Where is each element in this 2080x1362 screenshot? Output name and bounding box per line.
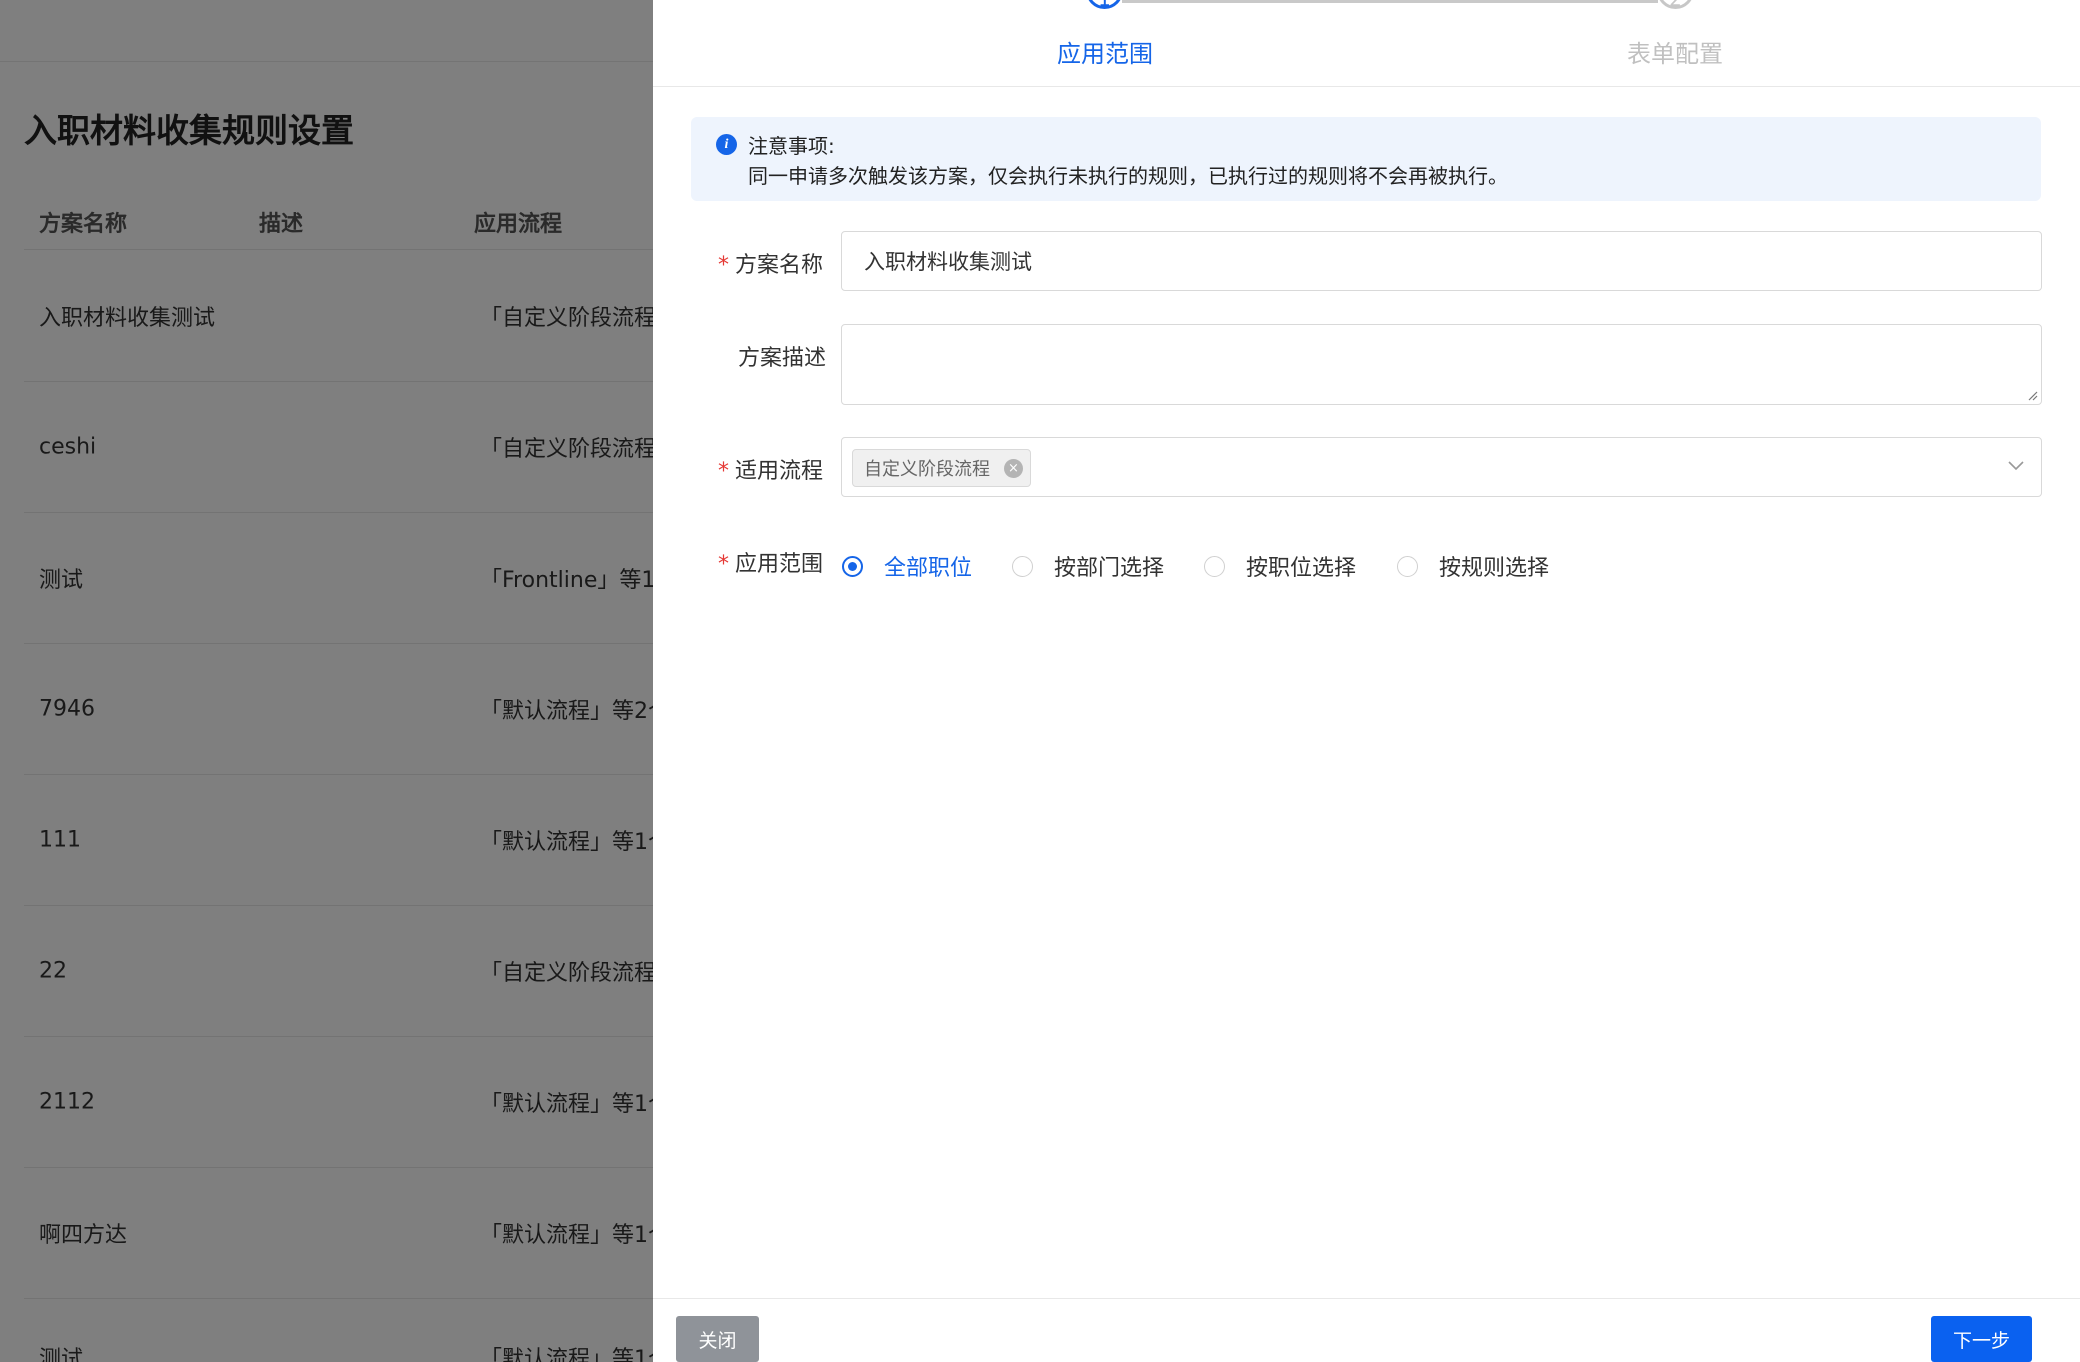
next-step-button[interactable]: 下一步 [1931, 1316, 2032, 1362]
step-1-label[interactable]: 应用范围 [1057, 34, 1153, 69]
notice-title: 注意事项: [748, 134, 835, 158]
radio-label: 按职位选择 [1246, 556, 1357, 581]
step-connector-line [1123, 0, 1658, 3]
plan-desc-label: 方案描述 [738, 346, 827, 371]
notice-text: 同一申请多次触发该方案，仅会执行未执行的规则，已执行过的规则将不会再被执行。 [748, 164, 1508, 188]
close-icon[interactable]: × [1004, 459, 1023, 478]
required-mark: * [718, 253, 729, 278]
flow-label: * 适用流程 [718, 453, 823, 485]
rule-drawer: 1 2 应用范围 表单配置 i 注意事项: 同一申请多次触发该方案，仅会执行未执… [653, 0, 2080, 1362]
flow-select[interactable]: 自定义阶段流程 × [841, 437, 2042, 497]
radio-by-rule[interactable]: 按规则选择 [1397, 550, 1549, 582]
steps-bar: 1 2 应用范围 表单配置 [653, 0, 2080, 87]
radio-all-positions[interactable]: 全部职位 [842, 550, 972, 582]
plan-name-label-text: 方案名称 [735, 253, 824, 278]
radio-unchecked-icon[interactable] [1012, 555, 1033, 577]
flow-tag-text: 自定义阶段流程 [864, 459, 990, 480]
step-1-number: 1 [1098, 0, 1111, 11]
required-mark: * [718, 552, 729, 577]
chevron-down-icon[interactable] [2007, 456, 2025, 474]
scope-label: * 应用范围 [718, 546, 823, 578]
info-icon: i [716, 134, 737, 155]
plan-name-label: * 方案名称 [718, 247, 823, 279]
radio-unchecked-icon[interactable] [1397, 555, 1418, 577]
flow-label-text: 适用流程 [735, 459, 824, 484]
scope-label-text: 应用范围 [735, 552, 824, 577]
plan-name-input[interactable]: 入职材料收集测试 [841, 231, 2042, 291]
drawer-footer: 关闭 下一步 [653, 1298, 2080, 1362]
radio-label: 按部门选择 [1054, 556, 1165, 581]
notice-box: i 注意事项: 同一申请多次触发该方案，仅会执行未执行的规则，已执行过的规则将不… [691, 117, 2041, 201]
close-button[interactable]: 关闭 [676, 1316, 759, 1362]
resize-grip-icon[interactable] [2028, 391, 2038, 401]
radio-label: 全部职位 [884, 556, 973, 581]
step-2-label[interactable]: 表单配置 [1627, 34, 1723, 69]
plan-desc-textarea[interactable] [841, 324, 2042, 405]
step-2-number: 2 [1669, 0, 1682, 11]
plan-name-value: 入职材料收集测试 [864, 250, 1032, 274]
required-mark: * [718, 459, 729, 484]
radio-unchecked-icon[interactable] [1204, 555, 1225, 577]
radio-checked-icon[interactable] [842, 555, 863, 577]
radio-by-position[interactable]: 按职位选择 [1204, 550, 1356, 582]
radio-label: 按规则选择 [1439, 556, 1550, 581]
radio-by-department[interactable]: 按部门选择 [1012, 550, 1164, 582]
flow-tag: 自定义阶段流程 × [852, 449, 1031, 487]
step-2-circle: 2 [1657, 0, 1694, 11]
step-1-circle: 1 [1086, 0, 1123, 11]
